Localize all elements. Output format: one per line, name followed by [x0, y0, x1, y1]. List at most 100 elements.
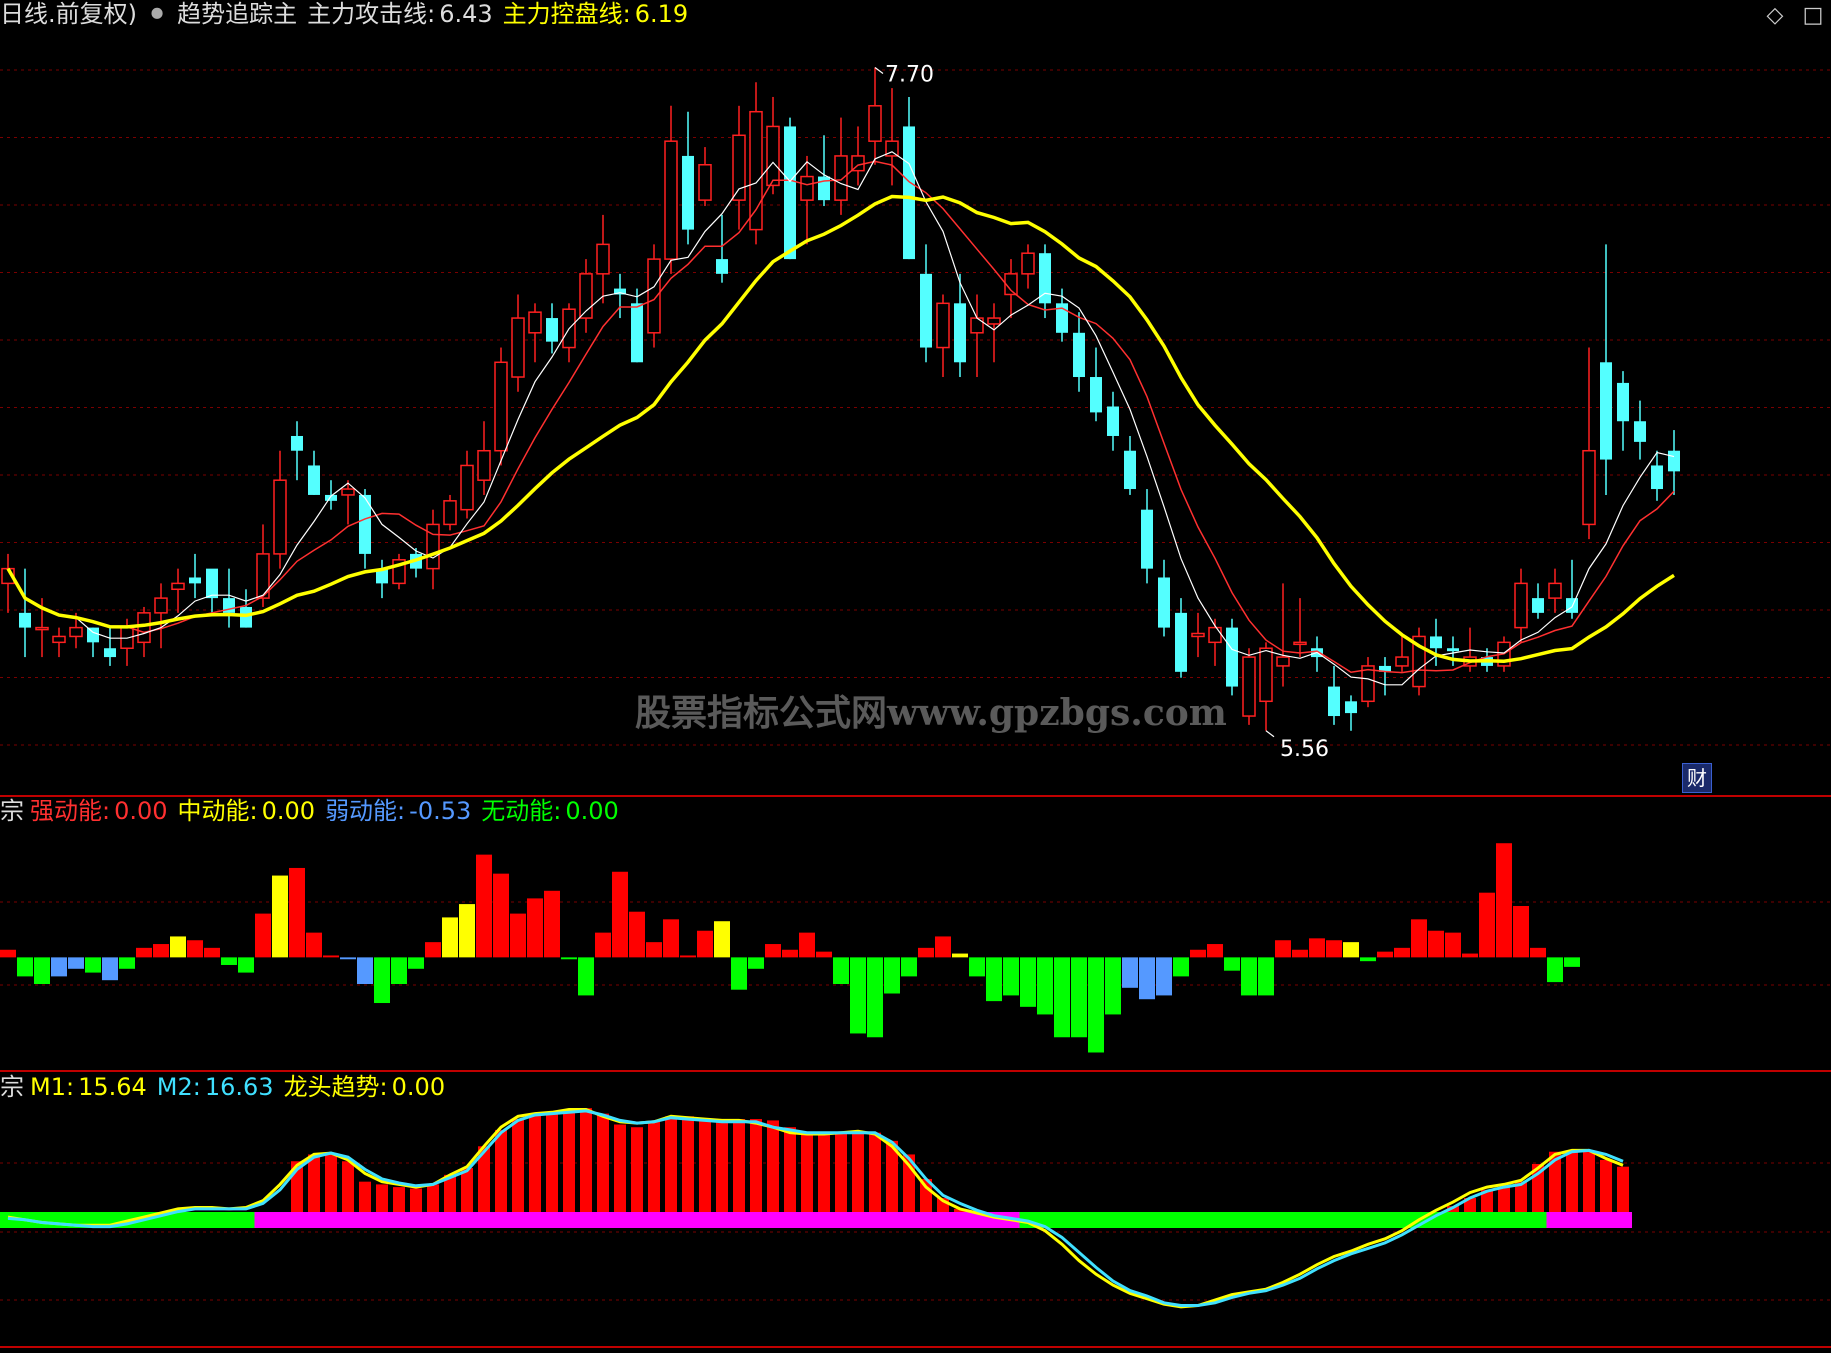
panel2-header: 宗强动能: 0.00 中动能: 0.00 弱动能: -0.53 无动能: 0.00	[0, 797, 629, 825]
trend-band-segment	[526, 1212, 544, 1228]
trend-band-segment	[645, 1212, 663, 1228]
momentum-bar	[323, 955, 339, 958]
candle-body	[1124, 450, 1136, 490]
candle-body	[1158, 577, 1170, 628]
trend-bar	[461, 1168, 473, 1212]
trend-bar	[1566, 1150, 1578, 1212]
candle-body	[1548, 582, 1562, 599]
trend-band-segment	[339, 1212, 357, 1228]
trend-band-segment	[730, 1212, 748, 1228]
panel2-prefix: 宗	[0, 797, 24, 825]
trend-band-segment	[1495, 1212, 1513, 1228]
candle-body	[1345, 701, 1357, 714]
trend-band-segment	[1155, 1212, 1173, 1228]
momentum-bar	[85, 957, 101, 973]
diamond-icon[interactable]: ◇	[1762, 3, 1788, 29]
momentum-bar	[1479, 892, 1495, 958]
candle-body	[834, 155, 848, 201]
panel3-prefix: 宗	[0, 1073, 24, 1101]
trend-band-segment	[1206, 1212, 1224, 1228]
trend-band-segment	[254, 1212, 272, 1228]
trend-bar	[648, 1121, 660, 1212]
mid-value: 0.00	[261, 797, 316, 825]
ma-white-line	[7, 151, 1675, 686]
trend-band-segment	[288, 1212, 306, 1228]
trend-bar	[393, 1187, 405, 1212]
momentum-bar	[1428, 930, 1444, 958]
trend-band-segment	[594, 1212, 612, 1228]
candle-body	[1242, 656, 1256, 717]
maximize-icon[interactable]: □	[1800, 3, 1826, 29]
trend-bar	[512, 1119, 524, 1212]
trend-bar	[308, 1154, 320, 1212]
trend-band-segment	[424, 1212, 442, 1228]
trend-bar	[342, 1161, 354, 1212]
momentum-bar	[1156, 957, 1172, 996]
momentum-bar	[1292, 949, 1308, 958]
candle-body	[1600, 362, 1612, 460]
candle-body	[784, 126, 796, 260]
candle-body	[1276, 656, 1290, 667]
trend-band-segment	[560, 1212, 578, 1228]
momentum-bar	[425, 942, 441, 958]
candle-body	[494, 361, 508, 452]
trend-band-segment	[764, 1212, 782, 1228]
momentum-bar	[935, 936, 951, 958]
candle-body	[1226, 627, 1238, 687]
momentum-bar	[833, 957, 849, 984]
trend-band-segment	[543, 1212, 561, 1228]
momentum-bar	[646, 942, 662, 958]
trend-band-segment	[1087, 1212, 1105, 1228]
momentum-bar	[748, 957, 764, 969]
candle-body	[1514, 582, 1528, 629]
momentum-bar	[595, 932, 611, 958]
momentum-bar	[1003, 957, 1019, 996]
trend-band-segment	[1274, 1212, 1292, 1228]
candle-body	[69, 626, 83, 638]
trend-bar	[801, 1132, 813, 1212]
momentum-bar	[697, 930, 713, 958]
trend-band-segment	[322, 1212, 340, 1228]
trend-band-segment	[832, 1212, 850, 1228]
trend-band-segment	[186, 1212, 204, 1228]
trend-bar	[665, 1116, 677, 1212]
momentum-bar	[34, 957, 50, 984]
momentum-bar	[1496, 843, 1512, 958]
control-line-value: 6.19	[634, 0, 689, 28]
candle-body	[970, 317, 984, 334]
momentum-bar	[1275, 940, 1291, 958]
candle-body	[546, 318, 558, 342]
trend-band-segment	[1257, 1212, 1275, 1228]
candle-body	[920, 273, 932, 348]
momentum-bar	[1224, 957, 1240, 971]
momentum-bar	[867, 957, 883, 1038]
candle-body	[987, 317, 1001, 325]
trend-band-segment	[662, 1212, 680, 1228]
trend-value: 0.00	[391, 1073, 446, 1101]
trend-bar	[546, 1113, 558, 1212]
trend-band-segment	[1478, 1212, 1496, 1228]
m2-value: 16.63	[204, 1073, 274, 1101]
panel3-header: 宗 M1: 15.64 M2: 16.63 龙头趋势: 0.00	[0, 1073, 455, 1101]
m1-label: M1:	[30, 1073, 75, 1101]
candle-body	[868, 105, 882, 142]
momentum-bar	[204, 947, 220, 958]
trend-bar	[835, 1132, 847, 1212]
momentum-bar	[0, 949, 16, 958]
momentum-bar	[510, 913, 526, 958]
trend-bar	[529, 1114, 541, 1212]
trend-bar	[580, 1108, 592, 1212]
candle-body	[477, 449, 491, 481]
indicator-toggle-icon[interactable]: ⚫	[147, 0, 167, 28]
momentum-bar	[986, 957, 1002, 1002]
trend-bar	[563, 1110, 575, 1212]
trend-bar	[1498, 1187, 1510, 1212]
finance-badge[interactable]: 财	[1682, 763, 1712, 793]
trend-band-segment	[1240, 1212, 1258, 1228]
momentum-bar	[1139, 957, 1155, 1000]
momentum-bar	[442, 917, 458, 958]
trend-band-segment	[815, 1212, 833, 1228]
strong-label: 强动能:	[30, 797, 111, 825]
trend-band-segment	[1546, 1212, 1564, 1228]
momentum-bar	[1564, 957, 1580, 967]
